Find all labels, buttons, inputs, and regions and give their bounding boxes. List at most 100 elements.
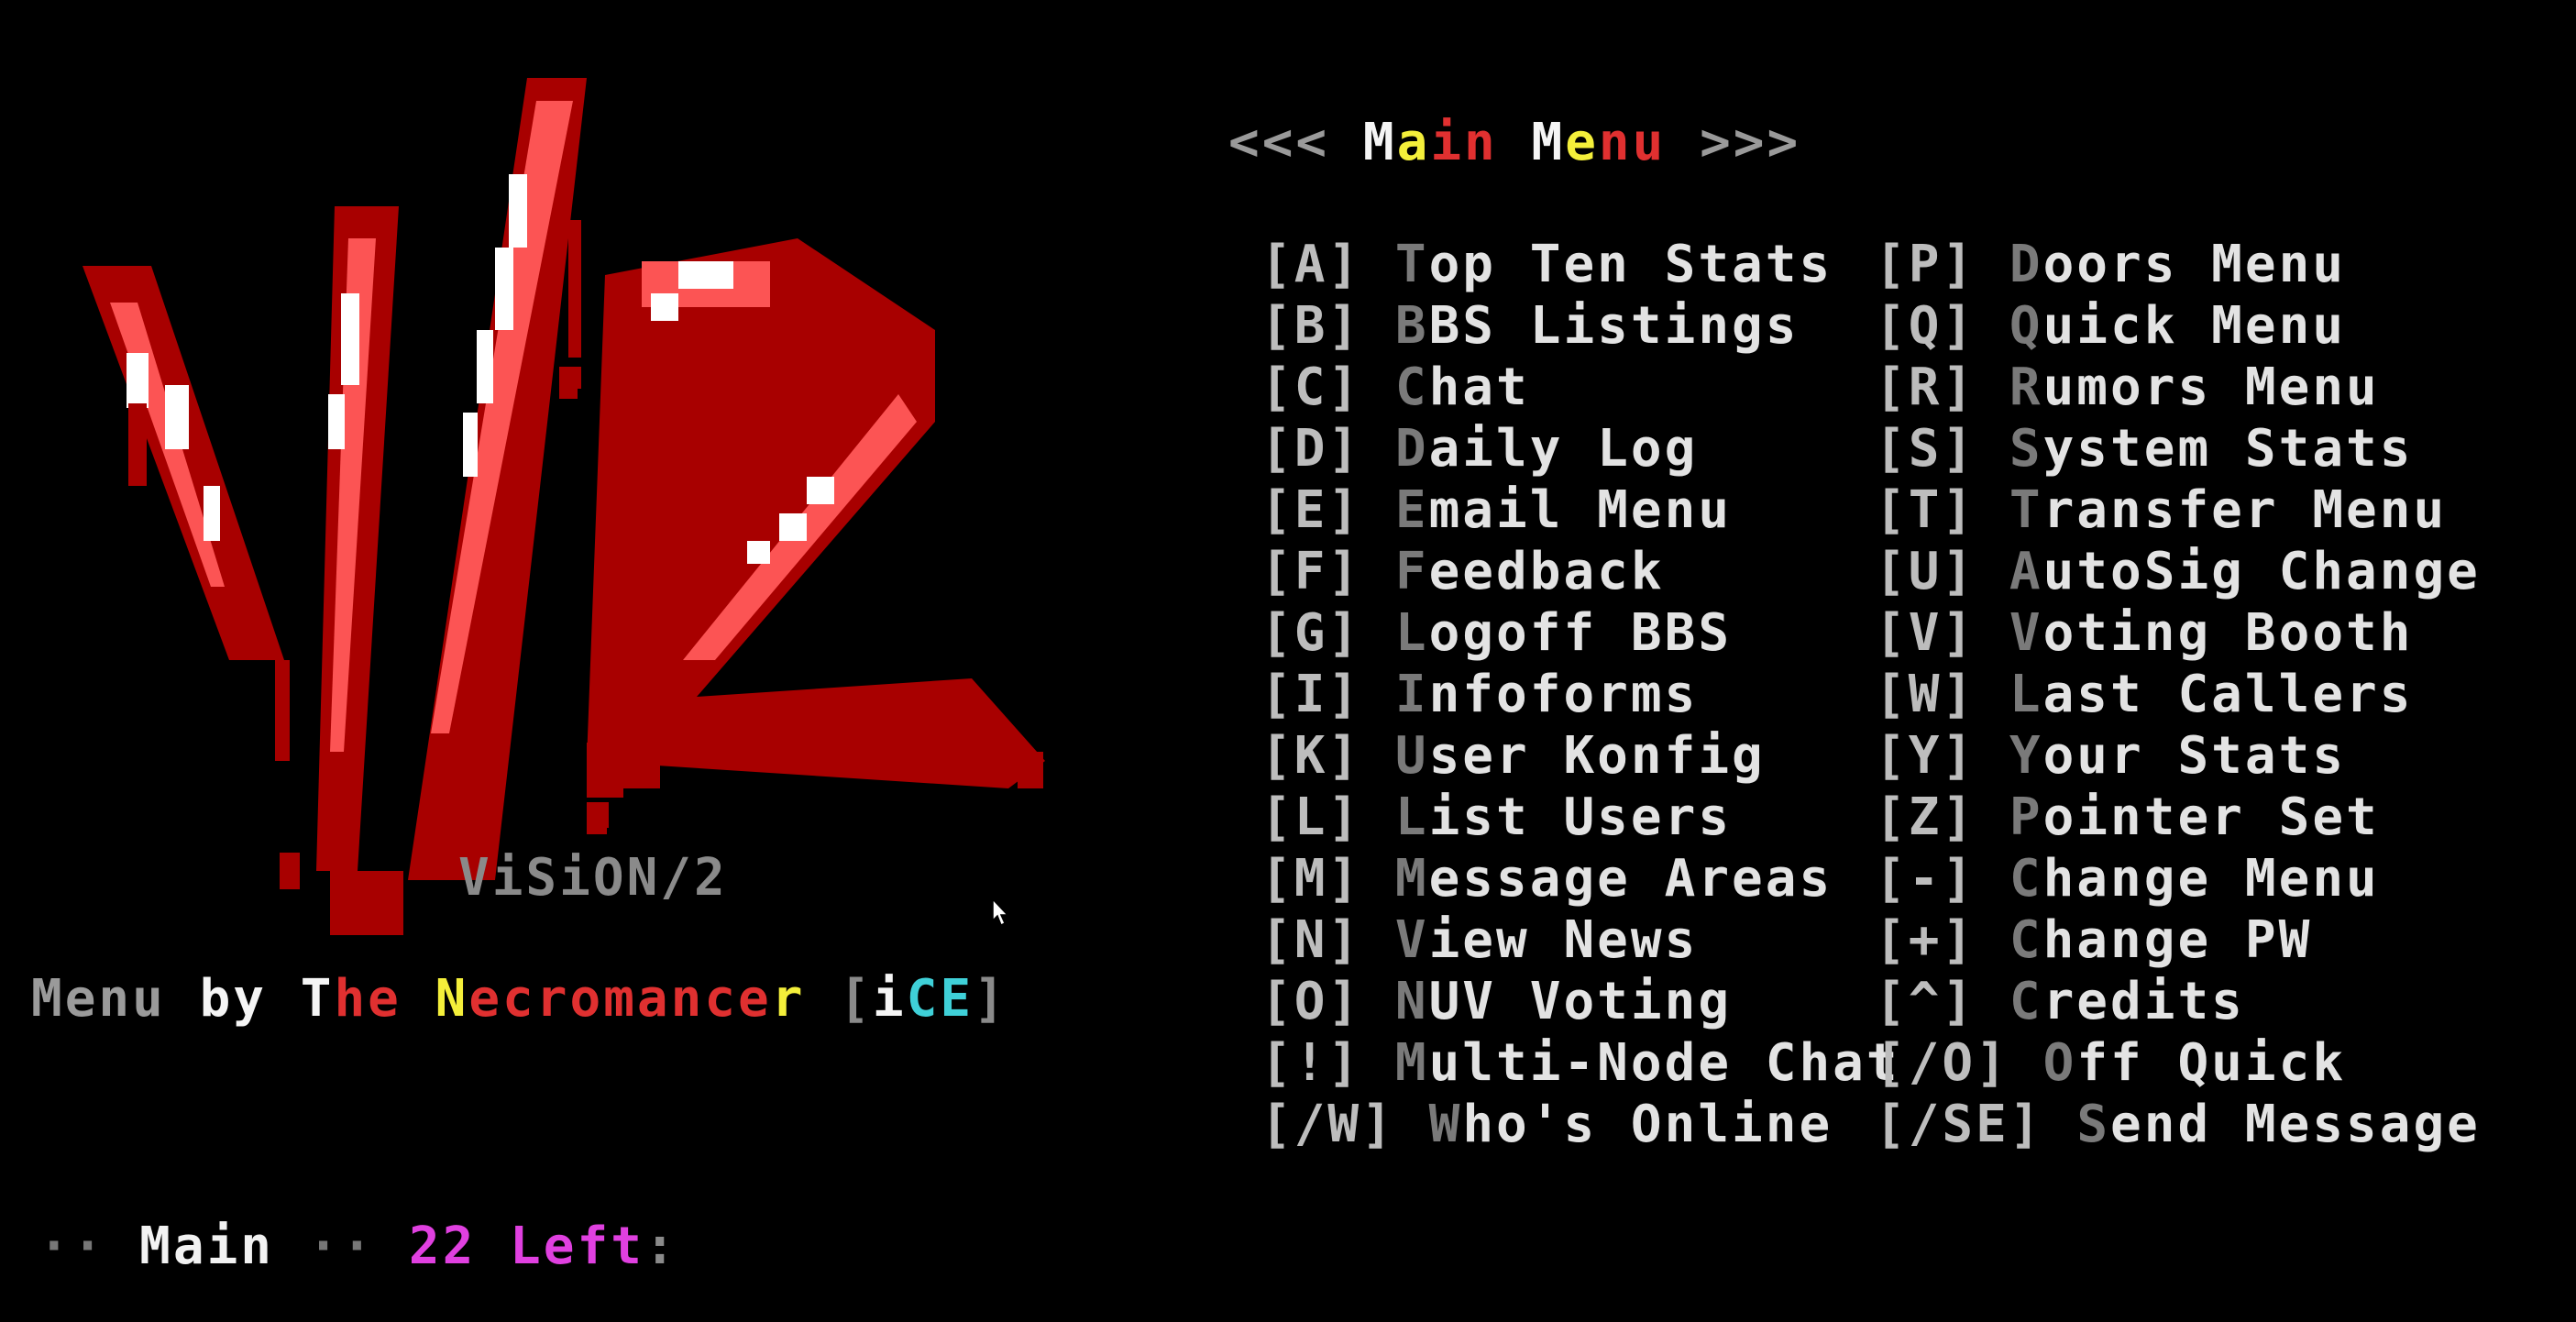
menu-item[interactable]: [+] Change PW [1875,909,2481,971]
menu-item-hotkey: O [1294,972,1328,1031]
menu-item[interactable]: [Z] Pointer Set [1875,787,2481,848]
credit-by-word: by [199,969,268,1029]
menu-item-label-rest: end Message [2110,1095,2481,1154]
menu-item[interactable]: [B] BBS Listings [1260,295,1900,357]
menu-item-hotkey: E [1294,480,1328,540]
menu-item[interactable]: [/SE] Send Message [1875,1094,2481,1155]
credit-i: i [872,969,907,1029]
menu-item[interactable]: [P] Doors Menu [1875,234,2481,295]
menu-item-hotkey: - [1908,849,1943,909]
menu-title: <<< Main Menu >>> [1228,111,1800,175]
title-a: a [1396,113,1431,172]
menu-item[interactable]: [/W] Who's Online [1260,1094,1900,1155]
menu-item[interactable]: [D] Daily Log [1260,418,1900,479]
menu-item[interactable]: [!] Multi-Node Chat [1260,1032,1900,1094]
menu-item-hotkey: /W [1294,1095,1362,1154]
menu-item-hotkey: ! [1294,1033,1328,1093]
menu-item-label-first-letter: F [1394,542,1429,601]
menu-item-bracket-open: [ [1260,1033,1294,1093]
command-prompt[interactable]: ·· Main ·· 22 Left: [39,1215,678,1279]
menu-item[interactable]: [E] Email Menu [1260,479,1900,541]
menu-item-bracket-close: ] [1942,849,1976,909]
menu-item-bracket-open: [ [1875,235,1909,294]
menu-item-space [1976,235,2009,294]
menu-item-bracket-close: ] [1942,296,1976,356]
menu-item-bracket-open: [ [1875,910,1909,970]
menu-item-label-first-letter: P [2009,788,2043,847]
menu-item-bracket-open: [ [1260,419,1294,479]
credit-r: r [771,969,806,1029]
menu-item-hotkey: Z [1908,788,1943,847]
menu-item-label-rest: ransfer Menu [2042,480,2448,540]
menu-item-label-rest: ystem Stats [2042,419,2414,479]
title-e: e [1565,113,1599,172]
menu-item-space [1361,788,1395,847]
menu-item-bracket-close: ] [1942,358,1976,417]
menu-item-bracket-close: ] [2009,1095,2043,1154]
menu-item-hotkey: P [1908,235,1943,294]
menu-item-bracket-close: ] [1942,910,1976,970]
credit-he: he [334,969,402,1029]
menu-item-bracket-close: ] [1327,1033,1362,1093]
menu-item[interactable]: [Y] Your Stats [1875,725,2481,787]
menu-item[interactable]: [^] Credits [1875,971,2481,1032]
menu-item-label-first-letter: Y [2009,726,2043,786]
menu-item-bracket-close: ] [1327,972,1362,1031]
menu-item[interactable]: [K] User Konfig [1260,725,1900,787]
menu-item-label-first-letter: T [2009,480,2043,540]
prompt-time-left: 22 [408,1217,477,1276]
menu-item-space [1361,726,1395,786]
menu-item-bracket-close: ] [1327,788,1362,847]
menu-item[interactable]: [R] Rumors Menu [1875,357,2481,418]
menu-item[interactable]: [F] Feedback [1260,541,1900,602]
menu-item[interactable]: [S] System Stats [1875,418,2481,479]
menu-item[interactable]: [W] Last Callers [1875,664,2481,725]
menu-item-space [1361,849,1395,909]
menu-item-hotkey: U [1908,542,1943,601]
menu-credit: Menu by The Necromancer [iCE] [31,967,1007,1031]
menu-item[interactable]: [I] Infoforms [1260,664,1900,725]
menu-item-label-first-letter: W [1428,1095,1463,1154]
menu-item-bracket-close: ] [1942,972,1976,1031]
menu-item[interactable]: [L] List Users [1260,787,1900,848]
menu-item-label-first-letter: D [1394,419,1429,479]
menu-item[interactable]: [C] Chat [1260,357,1900,418]
menu-item[interactable]: [N] View News [1260,909,1900,971]
menu-item-space [1976,849,2009,909]
menu-item-label-rest: aily Log [1428,419,1699,479]
menu-item[interactable]: [Q] Quick Menu [1875,295,2481,357]
menu-item-label-first-letter: A [2009,542,2043,601]
menu-column-left: [A] Top Ten Stats [B] BBS Listings [C] Cha… [1260,234,1900,1155]
menu-item[interactable]: [A] Top Ten Stats [1260,234,1900,295]
menu-item-hotkey: W [1908,665,1943,724]
menu-item-bracket-open: [ [1875,665,1909,724]
menu-item[interactable]: [-] Change Menu [1875,848,2481,909]
prompt-area: Main [139,1217,275,1276]
menu-item[interactable]: [O] NUV Voting [1260,971,1900,1032]
menu-item[interactable]: [U] AutoSig Change [1875,541,2481,602]
menu-item-label-first-letter: C [2009,849,2043,909]
menu-item-bracket-close: ] [1327,665,1362,724]
menu-item-bracket-open: [ [1875,419,1909,479]
menu-item-space [1976,972,2009,1031]
menu-item[interactable]: [V] Voting Booth [1875,602,2481,664]
menu-item[interactable]: [T] Transfer Menu [1875,479,2481,541]
menu-item[interactable]: [M] Message Areas [1260,848,1900,909]
menu-item-bracket-open: [ [1875,542,1909,601]
menu-item[interactable]: [/O] Off Quick [1875,1032,2481,1094]
credit-menu-word: Menu [31,969,166,1029]
menu-item[interactable]: [G] Logoff BBS [1260,602,1900,664]
menu-item-space [1361,972,1395,1031]
menu-item-label-rest: ff Quick [2076,1033,2347,1093]
menu-item-space [1976,358,2009,417]
menu-item-bracket-open: [ [1260,910,1294,970]
menu-item-label-first-letter: L [1394,788,1429,847]
credit-ecromance: ecromance [468,969,772,1029]
menu-item-bracket-open: [ [1875,1033,1909,1093]
menu-item-space [1976,603,2009,663]
menu-item-hotkey: + [1908,910,1943,970]
menu-item-label-first-letter: V [2009,603,2043,663]
menu-item-label-rest: ser Konfig [1428,726,1766,786]
menu-item-label-rest: mail Menu [1428,480,1733,540]
menu-item-bracket-close: ] [1942,480,1976,540]
